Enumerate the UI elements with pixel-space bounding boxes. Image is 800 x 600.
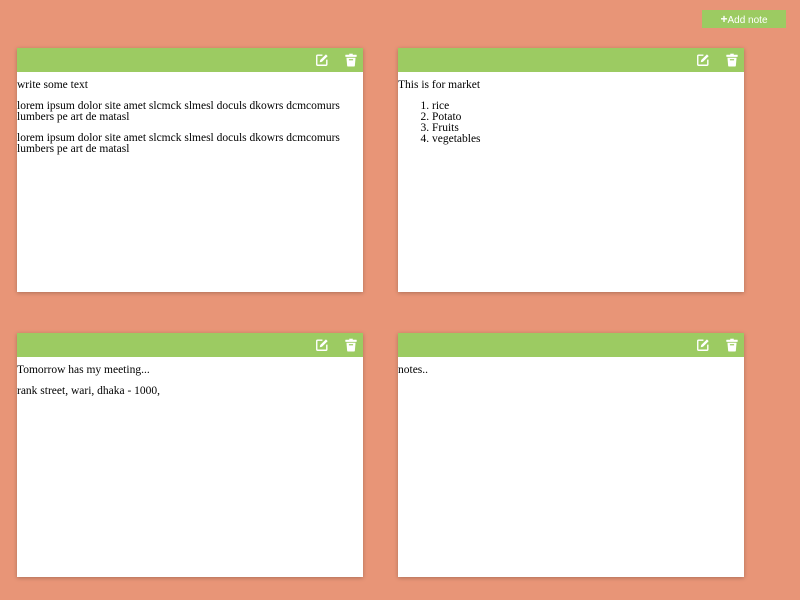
add-note-label: Add note bbox=[727, 15, 768, 26]
list-item: Potato bbox=[432, 111, 744, 123]
note-body[interactable]: write some text lorem ipsum dolor site a… bbox=[17, 72, 363, 155]
note-text: write some text bbox=[17, 79, 88, 91]
note-card: notes.. bbox=[398, 333, 744, 577]
edit-icon[interactable] bbox=[696, 53, 710, 67]
note-text: Tomorrow has my meeting... bbox=[17, 364, 150, 376]
note-card: write some text lorem ipsum dolor site a… bbox=[17, 48, 363, 292]
list-item: rice bbox=[432, 100, 744, 112]
note-header bbox=[17, 333, 363, 357]
add-note-button[interactable]: +Add note bbox=[702, 10, 786, 28]
note-body[interactable]: This is for market rice Potato Fruits ve… bbox=[398, 72, 744, 145]
note-list: rice Potato Fruits vegetables bbox=[398, 100, 744, 145]
note-card: This is for market rice Potato Fruits ve… bbox=[398, 48, 744, 292]
trash-icon[interactable] bbox=[725, 338, 739, 352]
list-item: vegetables bbox=[432, 133, 744, 145]
trash-icon[interactable] bbox=[725, 53, 739, 67]
note-body[interactable]: Tomorrow has my meeting... rank street, … bbox=[17, 357, 363, 397]
note-header bbox=[398, 48, 744, 72]
edit-icon[interactable] bbox=[696, 338, 710, 352]
edit-icon[interactable] bbox=[315, 338, 329, 352]
note-body[interactable]: notes.. bbox=[398, 357, 744, 376]
note-text: notes.. bbox=[398, 364, 429, 376]
note-header bbox=[398, 333, 744, 357]
note-card: Tomorrow has my meeting... rank street, … bbox=[17, 333, 363, 577]
trash-icon[interactable] bbox=[344, 338, 358, 352]
trash-icon[interactable] bbox=[344, 53, 358, 67]
note-text: This is for market bbox=[398, 79, 481, 91]
note-text: rank street, wari, dhaka - 1000, bbox=[17, 385, 161, 397]
note-text: lorem ipsum dolor site amet slcmck slmes… bbox=[17, 132, 340, 155]
edit-icon[interactable] bbox=[315, 53, 329, 67]
note-text: lorem ipsum dolor site amet slcmck slmes… bbox=[17, 100, 340, 123]
note-header bbox=[17, 48, 363, 72]
